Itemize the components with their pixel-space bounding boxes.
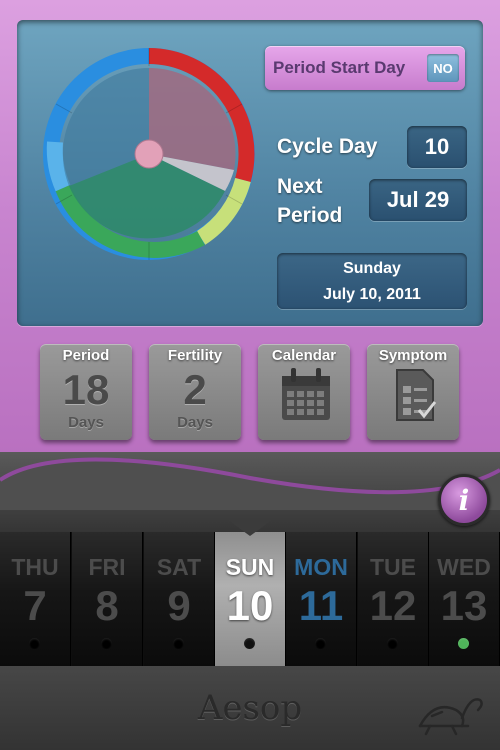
day-dot <box>315 638 326 649</box>
symptom-tile-title: Symptom <box>378 347 448 364</box>
calendar-tile[interactable]: Calendar <box>258 344 350 440</box>
day-sun-selected[interactable]: SUN 10 <box>215 532 286 666</box>
day-number: 10 <box>226 582 274 629</box>
period-days-number: 18 <box>62 366 110 413</box>
day-number: 13 <box>440 582 488 629</box>
day-sat[interactable]: SAT 9 <box>144 532 215 666</box>
day-number: 9 <box>167 582 191 629</box>
fertility-tile-title: Fertility <box>167 347 223 364</box>
day-name: MON <box>294 554 348 580</box>
band-curve <box>0 457 500 510</box>
day-number: 11 <box>298 582 344 629</box>
period-tile[interactable]: Period 18 Days <box>40 344 132 440</box>
day-dot <box>101 638 112 649</box>
next-label: Next <box>277 175 323 198</box>
day-name: TUE <box>370 554 416 580</box>
day-thu[interactable]: THU 7 <box>0 532 71 666</box>
day-strip[interactable]: THU 7 FRI 8 SAT 9 SUN 10 MON 11 TUE 12 W… <box>0 532 500 666</box>
period-tile-title: Period <box>62 347 110 364</box>
day-mon[interactable]: MON 11 <box>286 532 357 666</box>
day-number: 8 <box>95 582 119 629</box>
turtle-icon <box>418 698 483 736</box>
current-date-box: Sunday July 10, 2011 <box>277 253 467 309</box>
day-dot <box>29 638 40 649</box>
date-full: July 10, 2011 <box>323 286 421 303</box>
fertile-dot <box>458 638 469 649</box>
period-start-day-button[interactable]: Period Start Day NO <box>265 46 465 90</box>
fertility-days-unit: Days <box>177 414 213 431</box>
calendar-tile-title: Calendar <box>271 347 337 364</box>
date-weekday: Sunday <box>343 260 401 277</box>
day-dot <box>244 638 255 649</box>
day-wed[interactable]: WED 13 <box>429 532 500 666</box>
day-dot <box>173 638 184 649</box>
day-number: 7 <box>23 582 47 629</box>
top-frame: Period Start Day NO Cycle Day 10 Next Pe… <box>0 0 500 470</box>
cycle-day-label: Cycle Day <box>277 135 378 158</box>
day-name: WED <box>437 554 491 580</box>
day-name: FRI <box>88 554 126 580</box>
period-start-toggle[interactable]: NO <box>427 54 459 82</box>
info-button[interactable]: i <box>438 474 490 526</box>
day-name: SAT <box>156 554 202 580</box>
period-days-unit: Days <box>68 414 104 431</box>
day-name: THU <box>11 554 59 580</box>
next-period-value: Jul 29 <box>369 179 467 221</box>
cycle-panel: Period Start Day NO Cycle Day 10 Next Pe… <box>17 20 483 326</box>
day-dot <box>387 638 398 649</box>
day-number: 12 <box>369 582 417 629</box>
fertility-days-number: 2 <box>183 366 207 413</box>
period-start-day-label: Period Start Day <box>273 58 406 77</box>
day-name: SUN <box>225 554 275 580</box>
symptom-form-icon <box>396 369 437 421</box>
day-fri[interactable]: FRI 8 <box>72 532 143 666</box>
symptom-tile[interactable]: Symptom <box>367 344 459 440</box>
cycle-day-value: 10 <box>407 126 467 168</box>
footer: Aesop <box>0 666 500 750</box>
day-tue[interactable]: TUE 12 <box>358 532 429 666</box>
period-label: Period <box>277 204 343 227</box>
cycle-wheel[interactable] <box>41 46 257 262</box>
selected-day-pointer <box>228 520 272 536</box>
calendar-icon <box>282 368 330 420</box>
fertility-tile[interactable]: Fertility 2 Days <box>149 344 241 440</box>
